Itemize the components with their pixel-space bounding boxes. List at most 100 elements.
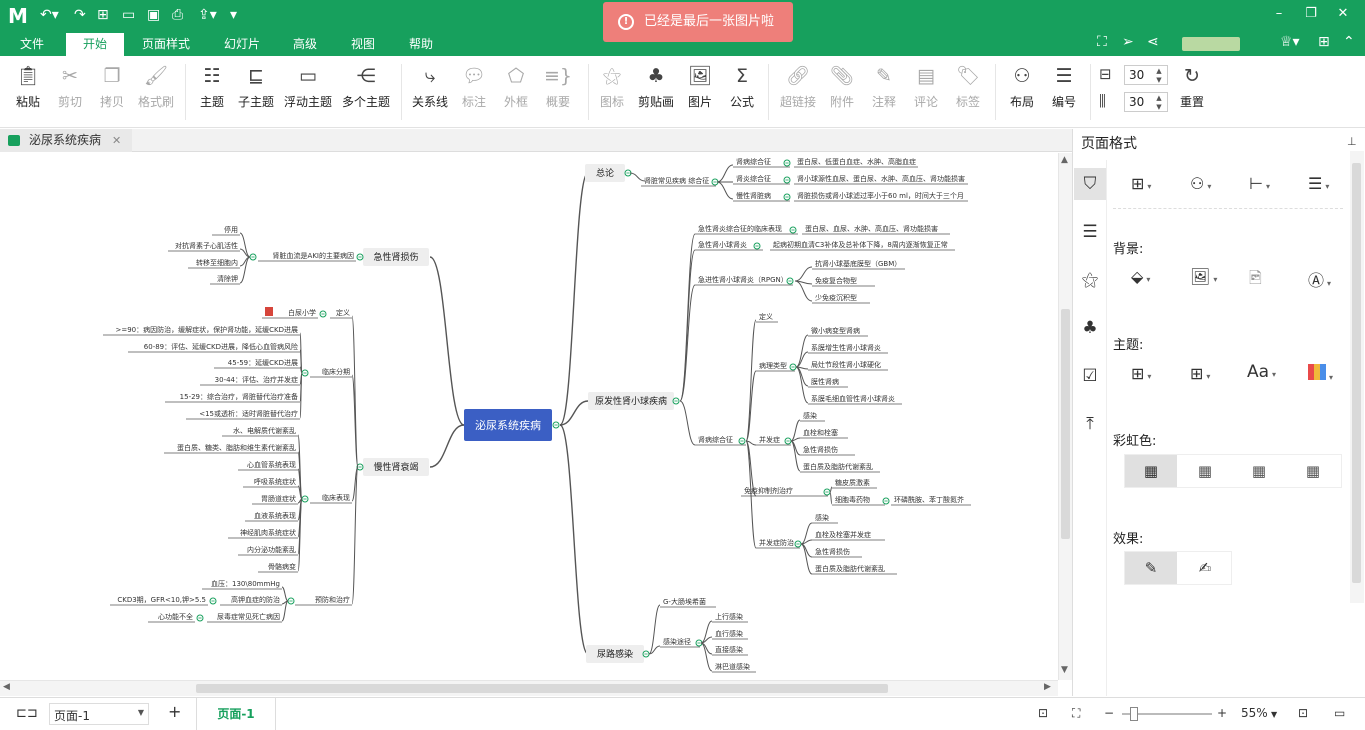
leaf-b2_4c1[interactable]: 感染 — [803, 411, 817, 420]
leaf-b1_1_2a[interactable]: 肾小球源性血尿、蛋白尿、水肿、高血压、肾功能损害 — [797, 174, 965, 183]
leaf-l2_4a[interactable]: 血压：130\80mmHg — [211, 579, 280, 588]
mark-icon[interactable]: ⚝ — [1074, 264, 1106, 296]
clipart-icon[interactable]: ♣ — [1074, 312, 1106, 344]
leaf-l2_3b[interactable]: 蛋白质、糖类、脂肪和维生素代谢紊乱 — [177, 443, 296, 452]
leaf-l2_3a[interactable]: 水、电解质代谢紊乱 — [233, 426, 296, 435]
multiple-topics-button[interactable]: ⋲ 多个主题 — [341, 64, 391, 110]
leaf-b2_1[interactable]: 急性肾炎综合征的临床表现 — [698, 224, 782, 233]
rainbow-option-4[interactable]: ▦ — [1287, 455, 1339, 487]
toggle-page-list-icon[interactable]: ⊏⊐ — [16, 706, 38, 721]
summary-button[interactable]: ≡} 概要 — [533, 64, 583, 110]
leaf-l2_2f[interactable]: <15或透析：适时肾脏替代治疗 — [199, 409, 298, 418]
leaf-b3_2a[interactable]: 上行感染 — [715, 612, 743, 621]
numbering-style-button[interactable]: ☰ ▾ — [1308, 174, 1329, 193]
redo-icon[interactable]: ↷ — [74, 6, 86, 24]
vertical-scrollbar[interactable]: ▲ ▼ — [1058, 153, 1072, 680]
leaf-b2_4e[interactable]: 并发症防治 — [759, 538, 794, 547]
leaf-b2_1a[interactable]: 蛋白尿、血尿、水肿、高血压、肾功能损害 — [805, 224, 938, 233]
horizontal-spacing-stepper[interactable]: ▲ ▼ — [1154, 67, 1164, 85]
leaf-b2_4b2[interactable]: 系膜增生性肾小球肾炎 — [811, 343, 881, 352]
leaf-b3_2c[interactable]: 直接感染 — [715, 645, 743, 654]
leaf-b2_4e3[interactable]: 急性肾损伤 — [815, 547, 850, 556]
leaf-b1_1_2[interactable]: 肾炎综合征 — [736, 174, 771, 183]
add-page-icon[interactable]: + — [168, 702, 181, 721]
leaf-l2_3d[interactable]: 呼吸系统症状 — [254, 477, 296, 486]
mindmap-canvas[interactable]: 泌尿系统疾病 总论 肾脏常见疾病 综合征 肾病综合征 蛋白尿、低蛋白血症、水肿、高脂血症… — [0, 153, 1058, 680]
tab-advanced[interactable]: 高级 — [282, 33, 328, 56]
leaf-b2_4c3[interactable]: 急性肾损伤 — [803, 445, 838, 454]
formula-button[interactable]: Σ 公式 — [717, 64, 767, 110]
collapse-ribbon-icon[interactable]: ⌃ — [1343, 34, 1355, 50]
leaf-l2_4c[interactable]: 尿毒症常见死亡病因 — [217, 612, 280, 621]
minimize-icon[interactable]: – — [1269, 6, 1289, 21]
effect-handdrawn-button[interactable]: ✍ — [1179, 552, 1231, 584]
leaf-b1_1[interactable]: 肾脏常见疾病 综合征 — [644, 176, 709, 185]
zoom-out-icon[interactable]: − — [1104, 706, 1114, 720]
leaf-b2_4b5[interactable]: 系膜毛细血管性肾小球肾炎 — [811, 394, 895, 403]
format-brush-button[interactable]: 🖌︎ 格式刷 — [131, 64, 181, 110]
leaf-l1_1b[interactable]: 对抗肾素子心肌活性 — [175, 241, 238, 250]
share-icon[interactable]: ⋖ — [1147, 34, 1159, 50]
leaf-l2_3g[interactable]: 神经肌肉系统症状 — [240, 528, 296, 537]
leaf-l2_4[interactable]: 预防和治疗 — [315, 595, 350, 604]
zoom-slider-handle[interactable] — [1130, 707, 1138, 721]
task-icon[interactable]: ☑ — [1074, 360, 1106, 392]
leaf-b1_1_1[interactable]: 肾病综合征 — [736, 157, 771, 166]
user-avatar[interactable] — [1182, 37, 1240, 51]
theme-color-button[interactable]: ⊞ ▾ — [1190, 364, 1210, 383]
leaf-l2_2c[interactable]: 45-59：延缓CKD进展 — [228, 358, 298, 367]
vertical-spacing-stepper[interactable]: ▲ ▼ — [1154, 94, 1164, 112]
leaf-l2_1a[interactable]: 白尿小学 — [288, 308, 316, 317]
leaf-l2_2b[interactable]: 60-89：评估、延缓CKD进展，降低心血管病风险 — [144, 342, 298, 351]
watermark-button[interactable]: Ⓐ ▾ — [1308, 267, 1331, 291]
leaf-l2_3i[interactable]: 骨骼病变 — [268, 562, 296, 571]
leaf-l2_3h[interactable]: 内分泌功能紊乱 — [247, 545, 296, 554]
print-icon[interactable]: ⎙ — [172, 6, 183, 24]
floating-topic-button[interactable]: ▭ 浮动主题 — [283, 64, 333, 110]
color-scheme-button[interactable]: ▾ — [1308, 364, 1333, 384]
fit-page-icon[interactable]: ⊡ — [1038, 706, 1048, 720]
remove-background-image-button[interactable]: 🖻︎ — [1249, 267, 1262, 294]
new-file-icon[interactable]: ⊞ — [97, 6, 109, 24]
background-fill-button[interactable]: ⬙ ▾ — [1131, 267, 1150, 286]
leaf-b2_3[interactable]: 急进性肾小球肾炎（RPGN） — [698, 275, 788, 284]
layout-structure-button[interactable]: ⊞ ▾ — [1131, 174, 1151, 193]
panel-scroll-thumb[interactable] — [1352, 163, 1361, 583]
fullscreen-view-icon[interactable]: ⛶ — [1072, 706, 1080, 721]
leaf-b2_2[interactable]: 急性肾小球肾炎 — [698, 240, 747, 249]
background-image-button[interactable]: 🖼︎ ▾ — [1190, 267, 1217, 286]
tab-view[interactable]: 视图 — [340, 33, 386, 56]
leaf-b2_4[interactable]: 肾病综合征 — [698, 435, 733, 444]
leaf-b2_4c[interactable]: 并发症 — [759, 435, 780, 444]
leaf-l2_4b0[interactable]: CKD3期，GFR<10,钾>5.5 — [117, 595, 206, 604]
zoom-level[interactable]: 55% — [1241, 706, 1268, 720]
clipart-button[interactable]: ♣ 剪贴画 — [631, 64, 681, 110]
page-select[interactable]: 页面-1 ▼ — [49, 703, 149, 725]
leaf-b1_1_3a[interactable]: 肾脏损伤或肾小球滤过率小于60 ml，时间大于三个月 — [797, 191, 964, 200]
customize-quick-access-icon[interactable]: ▾ — [230, 6, 237, 24]
leaf-b2_4e2[interactable]: 血栓及栓塞并发症 — [815, 530, 871, 539]
leaf-b2_3a[interactable]: 抗肾小球基底膜型（GBM） — [815, 259, 901, 268]
leaf-l2_2[interactable]: 临床分期 — [322, 367, 350, 376]
leaf-l2_3[interactable]: 临床表现 — [322, 493, 350, 502]
leaf-b1_1_1a[interactable]: 蛋白尿、低蛋白血症、水肿、高脂血症 — [797, 157, 916, 166]
reset-button[interactable]: ↻ 重置 — [1167, 64, 1217, 110]
export-panel-icon[interactable]: ⤒ — [1074, 408, 1106, 440]
leaf-b2_4a[interactable]: 定义 — [759, 312, 773, 321]
save-icon[interactable]: ▣ — [147, 6, 160, 24]
leaf-b2_4d2a[interactable]: 环磷酰胺、苯丁酸氮芥 — [894, 495, 964, 504]
vertical-scroll-thumb[interactable] — [1061, 309, 1070, 539]
rainbow-option-2[interactable]: ▦ — [1179, 455, 1231, 487]
leaf-b2_3c[interactable]: 少免疫沉积型 — [815, 293, 857, 302]
subtopic-button[interactable]: ⊑ 子主题 — [231, 64, 281, 110]
presentation-icon[interactable]: ▭ — [1334, 706, 1345, 720]
leaf-l2_2a[interactable]: >=90：病因防治，缓解症状，保护肾功能，延缓CKD进展 — [115, 325, 298, 334]
leaf-b2_4b1[interactable]: 微小病变型肾病 — [811, 326, 860, 335]
pin-icon[interactable]: ⊥ — [1347, 135, 1357, 148]
leaf-l1_1d[interactable]: 清除钾 — [217, 274, 238, 283]
open-folder-icon[interactable]: ▭ — [122, 6, 135, 24]
leaf-b3_2[interactable]: 感染途径 — [663, 637, 691, 646]
fit-window-icon[interactable]: ⊡ — [1298, 706, 1308, 720]
panel-scrollbar[interactable] — [1350, 151, 1364, 603]
export-icon[interactable]: ⇪▾ — [198, 6, 217, 24]
